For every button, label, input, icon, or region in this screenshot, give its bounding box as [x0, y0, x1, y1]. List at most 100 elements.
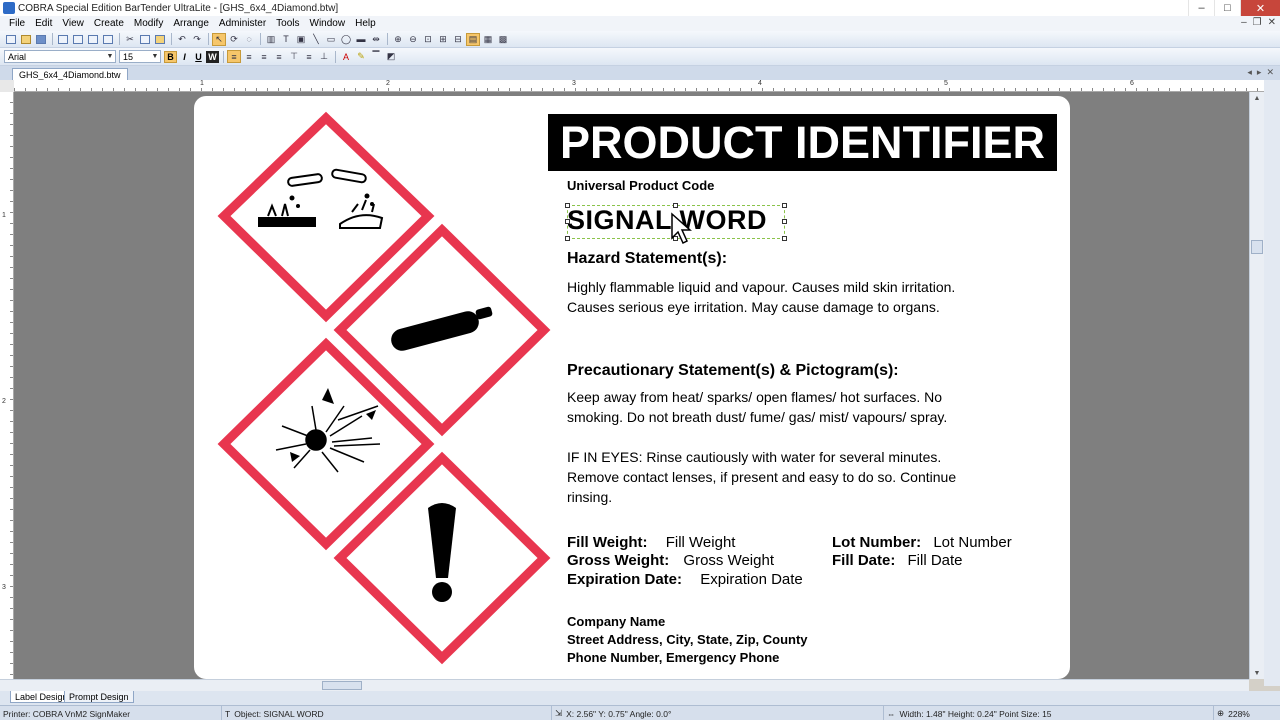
paste-icon[interactable] — [153, 33, 167, 46]
line-icon[interactable]: ╲ — [309, 33, 323, 46]
tab-prev-icon[interactable]: ◂ — [1247, 67, 1252, 78]
resize-handle[interactable] — [782, 219, 787, 224]
precaution-heading[interactable]: Precautionary Statement(s) & Pictogram(s… — [567, 362, 899, 380]
redo-icon[interactable]: ↷ — [190, 33, 204, 46]
print-icon[interactable] — [86, 33, 100, 46]
mdi-close-icon[interactable]: ✕ — [1268, 17, 1276, 28]
rotate-icon[interactable]: ⟳ — [227, 33, 241, 46]
undo-icon[interactable]: ↶ — [175, 33, 189, 46]
zoom-out-icon[interactable]: ⊖ — [406, 33, 420, 46]
menu-administer[interactable]: Administer — [214, 18, 271, 29]
save-icon[interactable] — [34, 33, 48, 46]
product-identifier-box[interactable]: PRODUCT IDENTIFIER — [548, 114, 1057, 171]
zoom-width-icon[interactable]: ⊟ — [451, 33, 465, 46]
menu-arrange[interactable]: Arrange — [168, 18, 214, 29]
font-color-icon[interactable]: A — [339, 50, 353, 63]
minimize-icon[interactable]: – — [1188, 0, 1214, 16]
close-icon[interactable]: ✕ — [1240, 0, 1280, 16]
expiration-row[interactable]: Expiration Date: Expiration Date — [567, 571, 803, 588]
menu-view[interactable]: View — [57, 18, 89, 29]
database-icon[interactable] — [101, 33, 115, 46]
eyes-line-3[interactable]: rinsing. — [567, 487, 612, 507]
universal-product-code[interactable]: Universal Product Code — [567, 178, 714, 193]
gross-weight-row[interactable]: Gross Weight: Gross Weight — [567, 552, 774, 569]
menu-window[interactable]: Window — [305, 18, 351, 29]
wordart-button[interactable]: W — [206, 50, 219, 63]
ellipse-icon[interactable]: ◯ — [339, 33, 353, 46]
font-name-select[interactable]: Arial ▼ — [4, 50, 116, 63]
hazard-line-1[interactable]: Highly flammable liquid and vapour. Caus… — [567, 277, 955, 297]
horizontal-scrollbar[interactable] — [0, 679, 1249, 691]
print-preview-icon[interactable] — [56, 33, 70, 46]
zoom-page-icon[interactable]: ⊞ — [436, 33, 450, 46]
zoom-selection-icon[interactable]: ▤ — [466, 32, 480, 46]
align-bottom-icon[interactable]: ⊥ — [317, 50, 331, 63]
resize-handle[interactable] — [565, 203, 570, 208]
text-icon[interactable]: T — [279, 33, 293, 46]
fill-weight-row[interactable]: Fill Weight: Fill Weight — [567, 534, 735, 551]
align-justify-icon[interactable]: ≡ — [272, 50, 286, 63]
cut-icon[interactable]: ✂ — [123, 33, 137, 46]
resize-handle[interactable] — [782, 236, 787, 241]
grid-icon[interactable]: ▦ — [481, 33, 495, 46]
menu-file[interactable]: File — [4, 18, 30, 29]
mdi-restore-icon[interactable]: ❐ — [1253, 17, 1262, 28]
tab-close-icon[interactable]: ✕ — [1266, 67, 1274, 78]
align-right-icon[interactable]: ≡ — [257, 50, 271, 63]
eyes-line-1[interactable]: IF IN EYES: Rinse cautiously with water … — [567, 447, 941, 467]
fill-color-icon[interactable]: ◩ — [384, 50, 398, 63]
zoom-icon[interactable]: ◌ — [242, 33, 256, 46]
new-icon[interactable] — [4, 33, 18, 46]
encoder-icon[interactable]: ⇹ — [369, 33, 383, 46]
snap-icon[interactable]: ▩ — [496, 33, 510, 46]
menu-help[interactable]: Help — [350, 18, 381, 29]
menu-modify[interactable]: Modify — [129, 18, 168, 29]
menu-create[interactable]: Create — [89, 18, 129, 29]
align-top-icon[interactable]: ⊤ — [287, 50, 301, 63]
menu-edit[interactable]: Edit — [30, 18, 57, 29]
phone-number[interactable]: Phone Number, Emergency Phone — [567, 649, 779, 667]
hazard-line-2[interactable]: Causes serious eye irritation. May cause… — [567, 297, 940, 317]
precaution-line-1[interactable]: Keep away from heat/ sparks/ open flames… — [567, 387, 942, 407]
bold-button[interactable]: B — [164, 50, 177, 63]
resize-handle[interactable] — [565, 236, 570, 241]
page-setup-icon[interactable] — [71, 33, 85, 46]
menu-tools[interactable]: Tools — [271, 18, 304, 29]
resize-handle[interactable] — [673, 203, 678, 208]
company-name[interactable]: Company Name — [567, 613, 665, 631]
select-pointer-icon[interactable]: ↖ — [212, 32, 226, 46]
open-icon[interactable] — [19, 33, 33, 46]
scroll-down-icon[interactable]: ▼ — [1250, 667, 1264, 679]
resize-handle[interactable] — [782, 203, 787, 208]
copy-icon[interactable] — [138, 33, 152, 46]
eyes-line-2[interactable]: Remove contact lenses, if present and ea… — [567, 467, 956, 487]
line-color-icon[interactable]: ▔ — [369, 50, 383, 63]
align-middle-icon[interactable]: ≡ — [302, 50, 316, 63]
zoom-in-icon[interactable]: ⊕ — [391, 33, 405, 46]
font-size-select[interactable]: 15 ▼ — [119, 50, 161, 63]
document-tab[interactable]: GHS_6x4_4Diamond.btw — [12, 68, 128, 80]
scroll-up-icon[interactable]: ▲ — [1250, 92, 1264, 104]
lot-number-row[interactable]: Lot Number: Lot Number — [832, 534, 1012, 551]
fill-date-row[interactable]: Fill Date: Fill Date — [832, 552, 963, 569]
picture-icon[interactable]: ▣ — [294, 33, 308, 46]
scroll-thumb[interactable] — [322, 681, 362, 690]
fill-icon[interactable]: ▬ — [354, 33, 368, 46]
zoom-fit-icon[interactable]: ⊡ — [421, 33, 435, 46]
precaution-line-2[interactable]: smoking. Do not breath dust/ fume/ gas/ … — [567, 407, 947, 427]
align-left-icon[interactable]: ≡ — [227, 50, 241, 63]
highlight-icon[interactable]: ✎ — [354, 50, 368, 63]
street-address[interactable]: Street Address, City, State, Zip, County — [567, 631, 808, 649]
vertical-scrollbar[interactable]: ▲ ▼ — [1249, 92, 1264, 679]
status-zoom[interactable]: ⊕ 228% — [1214, 706, 1280, 720]
mdi-minimize-icon[interactable]: – — [1241, 17, 1247, 28]
tab-next-icon[interactable]: ▸ — [1257, 67, 1262, 78]
italic-button[interactable]: I — [178, 51, 191, 63]
scroll-thumb[interactable] — [1251, 240, 1263, 254]
underline-button[interactable]: U — [192, 51, 205, 63]
hazard-heading[interactable]: Hazard Statement(s): — [567, 250, 727, 268]
resize-handle[interactable] — [565, 219, 570, 224]
maximize-icon[interactable]: □ — [1214, 0, 1240, 16]
barcode-icon[interactable]: ▥ — [264, 33, 278, 46]
align-center-icon[interactable]: ≡ — [242, 50, 256, 63]
